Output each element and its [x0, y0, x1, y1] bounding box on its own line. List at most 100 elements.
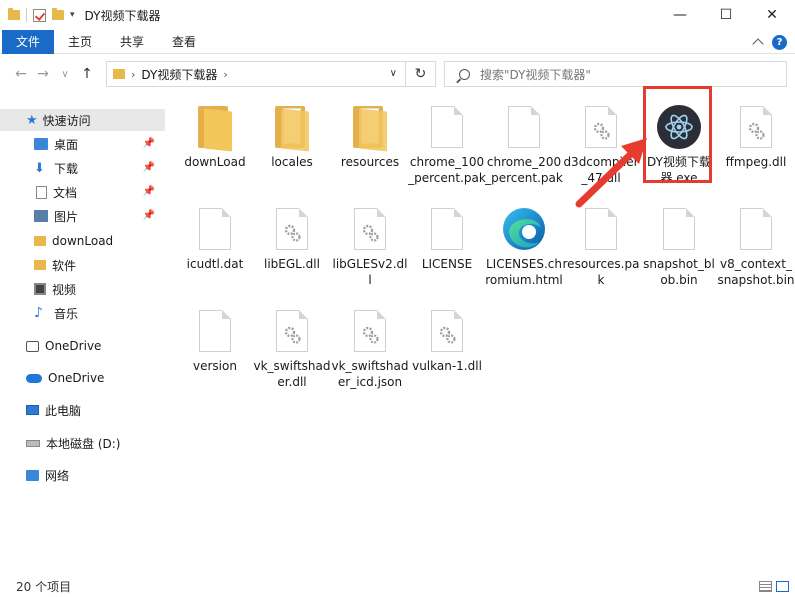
folder-icon — [198, 106, 232, 152]
file-item[interactable]: version — [176, 302, 254, 402]
window-controls: — ☐ ✕ — [657, 0, 795, 30]
refresh-button[interactable]: ↻ — [406, 61, 436, 87]
desktop-icon — [34, 138, 48, 150]
sidebar-item-onedrive[interactable]: OneDrive — [0, 367, 165, 389]
file-name: LICENSES.chromium.html — [485, 257, 563, 287]
sidebar-item-label: 图片 — [54, 209, 79, 224]
close-button[interactable]: ✕ — [749, 0, 795, 30]
large-icons-view-icon[interactable] — [776, 581, 789, 592]
dll-gear-icon — [740, 106, 772, 148]
sidebar-item-label: 视频 — [52, 282, 77, 297]
sidebar-item-documents[interactable]: 文档 📌 — [0, 181, 165, 203]
address-bar[interactable]: › DY视频下载器 › ∨ — [106, 61, 406, 87]
sidebar-item-desktop[interactable]: 桌面 📌 — [0, 133, 165, 155]
file-name: chrome_100_percent.pak — [408, 155, 486, 185]
drive-icon — [26, 439, 40, 447]
sidebar-item-onedrive-personal[interactable]: OneDrive — [0, 335, 165, 357]
search-placeholder: 搜索"DY视频下载器" — [480, 67, 591, 82]
customize-toolbar-chevron-icon[interactable]: ▾ — [70, 10, 75, 20]
file-item[interactable]: vulkan-1.dll — [408, 302, 486, 402]
breadcrumb-separator[interactable]: › — [223, 68, 227, 81]
recent-locations-button[interactable]: ∨ — [54, 63, 76, 85]
sidebar-item-downloads[interactable]: ⬇ 下载 📌 — [0, 157, 165, 179]
details-view-icon[interactable] — [759, 581, 772, 592]
tab-view[interactable]: 查看 — [158, 30, 210, 54]
file-item[interactable]: locales — [253, 98, 331, 198]
file-name: snapshot_blob.bin — [643, 257, 715, 287]
file-icon — [508, 106, 540, 148]
file-icon — [199, 208, 231, 250]
help-icon[interactable]: ? — [772, 34, 787, 50]
ribbon-tabs: 文件 主页 共享 查看 ? — [0, 29, 795, 54]
file-icon — [740, 208, 772, 250]
search-icon — [459, 68, 470, 80]
file-item[interactable]: chrome_200_percent.pak — [485, 98, 563, 198]
folder-icon — [8, 8, 20, 20]
search-input[interactable]: 搜索"DY视频下载器" — [444, 61, 787, 87]
file-item[interactable]: libGLESv2.dll — [331, 200, 409, 300]
navigation-pane: ★ 快速访问 桌面 📌 ⬇ 下载 📌 文档 📌 图片 📌 downLoad 软件… — [0, 106, 165, 576]
pin-icon: 📌 — [142, 210, 155, 221]
file-name: LICENSE — [421, 257, 473, 271]
breadcrumb-separator[interactable]: › — [131, 68, 135, 81]
minimize-button[interactable]: — — [657, 0, 703, 30]
properties-icon[interactable] — [33, 8, 46, 22]
forward-button[interactable]: → — [32, 63, 54, 85]
view-switcher — [759, 581, 789, 592]
file-name: resources.pak — [562, 257, 640, 287]
sidebar-item-quick-access[interactable]: ★ 快速访问 — [0, 109, 165, 131]
sidebar-item-software[interactable]: 软件 — [0, 254, 165, 276]
up-button[interactable]: ↑ — [76, 63, 98, 85]
file-name: version — [193, 359, 237, 373]
onedrive-folder-icon — [26, 340, 39, 352]
file-item[interactable]: resources — [331, 98, 409, 198]
music-icon: ♪ — [34, 305, 43, 321]
file-item[interactable]: vk_swiftshader.dll — [253, 302, 331, 402]
dll-gear-icon — [354, 310, 386, 352]
file-item[interactable]: chrome_100_percent.pak — [408, 98, 486, 198]
file-item[interactable]: vk_swiftshader_icd.json — [331, 302, 409, 402]
sidebar-item-label: OneDrive — [45, 339, 102, 353]
file-item[interactable]: resources.pak — [562, 200, 640, 300]
edge-icon — [503, 208, 545, 250]
file-item[interactable]: downLoad — [176, 98, 254, 198]
file-item[interactable]: LICENSE — [408, 200, 486, 300]
sidebar-item-videos[interactable]: 视频 — [0, 278, 165, 300]
dll-gear-icon — [354, 208, 386, 250]
sidebar-item-label: 本地磁盘 (D:) — [46, 436, 121, 451]
sidebar-item-download-folder[interactable]: downLoad — [0, 230, 165, 252]
folder-icon — [353, 106, 387, 152]
sidebar-item-music[interactable]: ♪ 音乐 — [0, 302, 165, 324]
file-name: icudtl.dat — [186, 257, 244, 271]
address-dropdown-icon[interactable]: ∨ — [390, 68, 397, 79]
breadcrumb-current[interactable]: DY视频下载器 — [141, 66, 217, 83]
new-folder-icon[interactable] — [52, 8, 64, 20]
back-button[interactable]: ← — [10, 63, 32, 85]
tab-share[interactable]: 共享 — [106, 30, 158, 54]
file-item[interactable]: ffmpeg.dll — [717, 98, 795, 198]
star-icon: ★ — [26, 112, 38, 128]
sidebar-item-local-disk[interactable]: 本地磁盘 (D:) — [0, 432, 165, 454]
maximize-button[interactable]: ☐ — [703, 0, 749, 30]
file-item[interactable]: libEGL.dll — [253, 200, 331, 300]
tab-file[interactable]: 文件 — [2, 29, 55, 54]
tab-home[interactable]: 主页 — [54, 30, 106, 54]
pictures-icon — [34, 210, 48, 222]
sidebar-item-label: 网络 — [45, 468, 70, 483]
file-name: vk_swiftshader.dll — [253, 359, 331, 389]
sidebar-item-network[interactable]: 网络 — [0, 464, 165, 486]
status-bar: 20 个项目 — [0, 576, 795, 597]
file-item[interactable]: snapshot_blob.bin — [640, 200, 718, 300]
file-name: v8_context_snapshot.bin — [717, 257, 795, 287]
sidebar-item-label: 下载 — [54, 161, 79, 176]
file-item[interactable]: icudtl.dat — [176, 200, 254, 300]
sidebar-item-pictures[interactable]: 图片 📌 — [0, 205, 165, 227]
file-item[interactable]: v8_context_snapshot.bin — [717, 200, 795, 300]
sidebar-item-this-pc[interactable]: 此电脑 — [0, 399, 165, 421]
file-name: locales — [271, 155, 313, 169]
expand-ribbon-chevron-icon[interactable] — [752, 38, 764, 50]
sidebar-item-label: 桌面 — [54, 137, 79, 152]
dll-gear-icon — [276, 208, 308, 250]
item-count: 20 个项目 — [16, 580, 72, 594]
file-item[interactable]: LICENSES.chromium.html — [485, 200, 563, 300]
